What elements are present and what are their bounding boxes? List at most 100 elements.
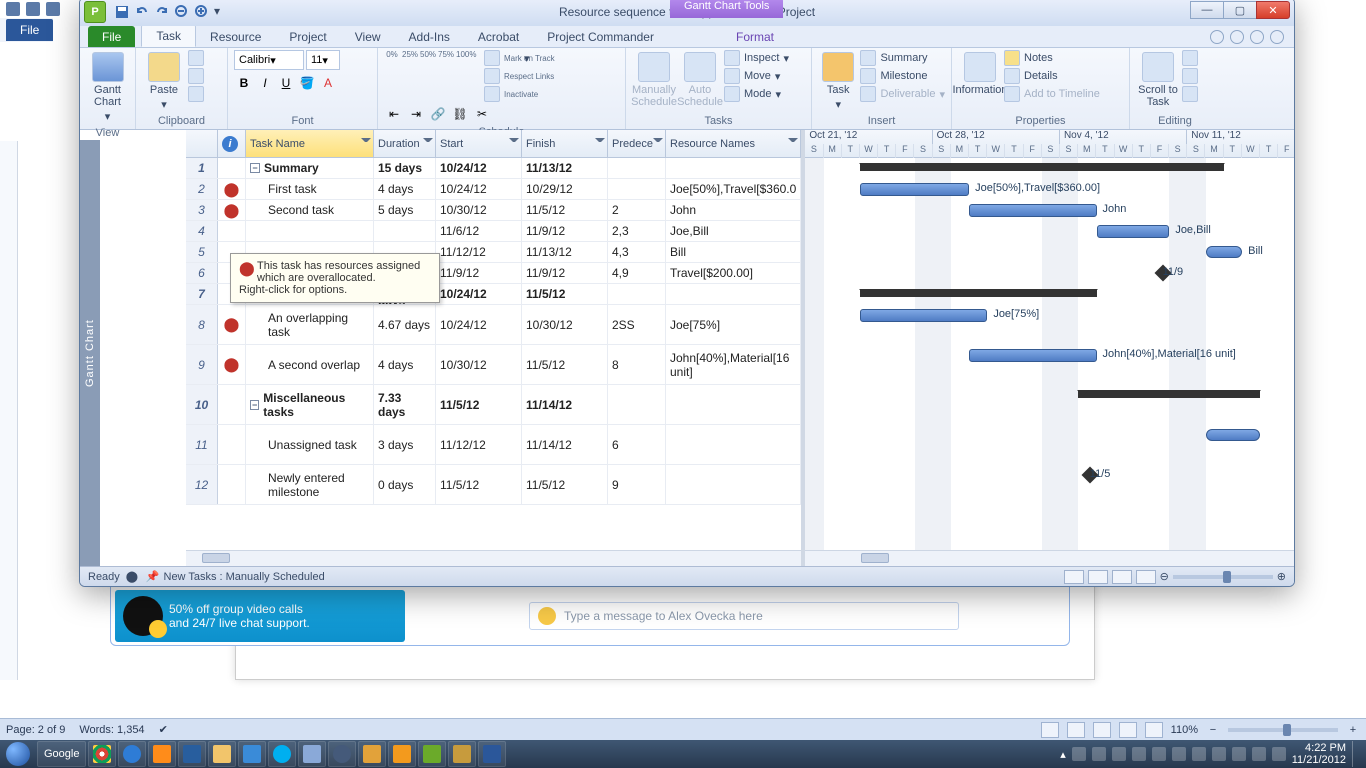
task-name-cell[interactable]	[246, 221, 374, 241]
grid-body[interactable]: 1−Summary15 days10/24/1211/13/122⬤First …	[186, 158, 801, 550]
finish-cell[interactable]: 11/13/12	[522, 242, 608, 262]
tb-skype[interactable]	[268, 741, 296, 767]
row-number[interactable]: 10	[186, 385, 218, 424]
timescale[interactable]: Oct 21, '12Oct 28, '12Nov 4, '12Nov 11, …	[805, 130, 1295, 158]
proofing-icon[interactable]: ✔	[159, 723, 168, 736]
zoom-in-icon[interactable]: +	[1346, 724, 1360, 736]
predecessor-cell[interactable]	[608, 179, 666, 199]
predecessor-cell[interactable]: 6	[608, 425, 666, 464]
finish-cell[interactable]: 11/5/12	[522, 345, 608, 384]
row-number[interactable]: 5	[186, 242, 218, 262]
window-close-icon[interactable]	[1270, 30, 1284, 44]
row-number[interactable]: 12	[186, 465, 218, 504]
finish-cell[interactable]: 11/9/12	[522, 221, 608, 241]
info-cell[interactable]: ⬤	[218, 179, 246, 199]
zoom-slider[interactable]	[1228, 728, 1338, 732]
google-toolbar[interactable]: Google	[37, 741, 86, 767]
macro-icon[interactable]: ⬤	[126, 570, 140, 584]
predecessor-header[interactable]: Predece	[608, 130, 666, 157]
zoom-level[interactable]: 110%	[1171, 724, 1198, 736]
taskbar-clock[interactable]: 4:22 PM 11/21/2012	[1292, 742, 1346, 766]
tray-icon[interactable]	[1092, 747, 1106, 761]
insert-summary-button[interactable]: Summary	[860, 50, 945, 66]
task-name-cell[interactable]: −Miscellaneous tasks	[246, 385, 374, 424]
row-number[interactable]: 3	[186, 200, 218, 220]
predecessor-cell[interactable]: 8	[608, 345, 666, 384]
row-number[interactable]: 1	[186, 158, 218, 178]
finish-cell[interactable]: 11/9/12	[522, 263, 608, 283]
close-button[interactable]: ✕	[1256, 1, 1290, 19]
tray-icon[interactable]	[1172, 747, 1186, 761]
info-cell[interactable]	[218, 385, 246, 424]
duration-cell[interactable]: 7.33 days	[374, 385, 436, 424]
tb-outlook[interactable]	[388, 741, 416, 767]
table-row[interactable]: 12Newly entered milestone0 days11/5/1211…	[186, 465, 801, 505]
redo-icon[interactable]	[154, 4, 170, 20]
cut-button[interactable]	[188, 50, 204, 66]
start-cell[interactable]: 11/5/12	[436, 385, 522, 424]
print-layout-view-icon[interactable]	[1041, 722, 1059, 738]
tb-app1[interactable]	[178, 741, 206, 767]
indent-button[interactable]: ⇥	[406, 104, 426, 124]
zoom-out-button[interactable]: ⊖	[1160, 570, 1169, 583]
tb-media[interactable]	[148, 741, 176, 767]
info-cell[interactable]	[218, 425, 246, 464]
task-bar[interactable]	[1097, 225, 1170, 238]
resource-tab[interactable]: Resource	[196, 26, 275, 47]
bold-button[interactable]: B	[234, 73, 254, 93]
table-row[interactable]: 9⬤A second overlap4 days10/30/1211/5/128…	[186, 345, 801, 385]
grid-h-scrollbar[interactable]	[186, 550, 801, 566]
tray-icon[interactable]	[1252, 747, 1266, 761]
word-page-status[interactable]: Page: 2 of 9	[6, 724, 65, 736]
finish-cell[interactable]: 10/30/12	[522, 305, 608, 344]
view-tab[interactable]: View	[341, 26, 395, 47]
emoji-icon[interactable]	[538, 607, 556, 625]
scroll-to-task-button[interactable]: Scroll to Task	[1136, 50, 1180, 110]
duration-cell[interactable]: 4.67 days	[374, 305, 436, 344]
zoom-in-icon[interactable]	[194, 4, 210, 20]
file-tab[interactable]: File	[88, 26, 135, 47]
pct-75[interactable]: 75%	[438, 50, 454, 102]
copy-button[interactable]	[188, 68, 204, 84]
help-icon[interactable]	[1230, 30, 1244, 44]
link-tasks-button[interactable]: 🔗	[428, 104, 448, 124]
tb-app2[interactable]	[238, 741, 266, 767]
finish-cell[interactable]: 11/13/12	[522, 158, 608, 178]
minimize-ribbon-icon[interactable]	[1210, 30, 1224, 44]
project-tab[interactable]: Project	[275, 26, 340, 47]
outline-view-icon[interactable]	[1119, 722, 1137, 738]
status-newtasks[interactable]: New Tasks : Manually Scheduled	[164, 571, 325, 583]
duration-header[interactable]: Duration	[374, 130, 436, 157]
duration-cell[interactable]: 3 days	[374, 425, 436, 464]
table-row[interactable]: 411/6/1211/9/122,3Joe,Bill	[186, 221, 801, 242]
predecessor-cell[interactable]: 2	[608, 200, 666, 220]
start-button[interactable]	[0, 740, 36, 768]
minimize-button[interactable]: —	[1190, 1, 1224, 19]
maximize-button[interactable]: ▢	[1223, 1, 1257, 19]
info-cell[interactable]	[218, 158, 246, 178]
predecessor-cell[interactable]	[608, 385, 666, 424]
start-cell[interactable]: 10/30/12	[436, 200, 522, 220]
start-cell[interactable]: 10/30/12	[436, 345, 522, 384]
table-row[interactable]: 11Unassigned task3 days11/12/1211/14/126	[186, 425, 801, 465]
view-btn-3[interactable]	[1112, 570, 1132, 584]
summary-bar[interactable]	[860, 163, 1224, 171]
info-cell[interactable]	[218, 221, 246, 241]
info-cell[interactable]	[218, 465, 246, 504]
zoom-out-icon[interactable]	[174, 4, 190, 20]
resource-cell[interactable]	[666, 385, 801, 424]
unlink-tasks-button[interactable]: ⛓	[450, 104, 470, 124]
start-cell[interactable]: 11/5/12	[436, 465, 522, 504]
tb-ie[interactable]	[118, 741, 146, 767]
duration-cell[interactable]: 5 days	[374, 200, 436, 220]
finish-cell[interactable]: 11/5/12	[522, 200, 608, 220]
start-cell[interactable]: 10/24/12	[436, 179, 522, 199]
predecessor-cell[interactable]: 4,3	[608, 242, 666, 262]
summary-bar[interactable]	[1078, 390, 1260, 398]
predecessor-cell[interactable]	[608, 284, 666, 304]
tb-app4[interactable]	[358, 741, 386, 767]
gantt-body[interactable]: Joe[50%],Travel[$360.00]JohnJoe,BillBill…	[805, 158, 1295, 550]
task-bar[interactable]	[969, 349, 1096, 362]
info-cell[interactable]: ⬤	[218, 305, 246, 344]
resource-header[interactable]: Resource Names	[666, 130, 801, 157]
